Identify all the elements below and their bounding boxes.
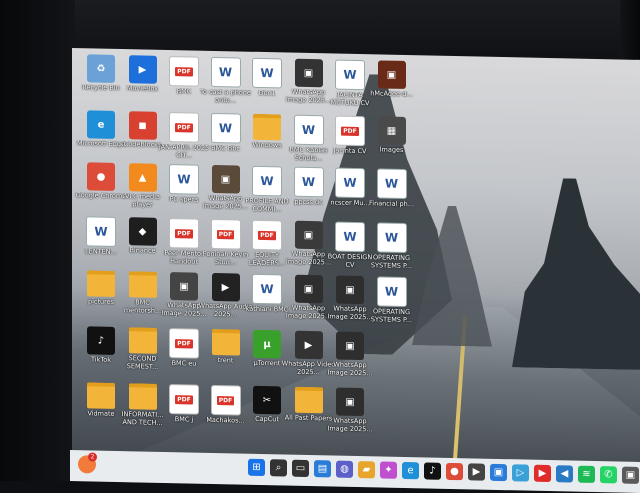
desktop-icon[interactable]: ▣ hMcAdee-d...	[365, 60, 419, 99]
pdf-document-icon: PDF	[169, 218, 199, 249]
word-document-icon: W	[335, 167, 365, 199]
desktop-icon-label: Financial ph...	[369, 200, 414, 209]
spotify-icon[interactable]: ≋	[578, 465, 595, 483]
copilot-icon[interactable]: ✦	[380, 461, 397, 479]
word-document-icon: W	[252, 57, 282, 89]
pdf-document-icon: PDF	[210, 218, 241, 250]
app-icon: µ	[253, 329, 281, 359]
word-document-icon: W	[335, 59, 365, 91]
app-icon: ◆	[128, 217, 157, 246]
wallpaper-tree	[512, 177, 640, 370]
play-icon[interactable]: ▷	[512, 464, 529, 482]
app-icon: ●	[87, 162, 115, 191]
folder-icon	[128, 271, 157, 298]
desktop-icon-label: Images	[379, 146, 404, 154]
word-document-icon: W	[210, 56, 241, 88]
word-document-icon: W	[169, 164, 199, 195]
notification-badge: 2	[88, 452, 97, 462]
app-icon: ▣	[170, 272, 198, 301]
folder-icon	[128, 383, 157, 410]
desktop-icon-label: OPERATING SYSTEMS P...	[370, 254, 413, 270]
vscode-icon[interactable]: ◀	[556, 465, 573, 483]
app-icon: ▣	[377, 60, 406, 89]
app-icon: ✂	[253, 385, 281, 415]
word-document-icon: W	[86, 216, 116, 247]
desktop-screen: ♻ Recycle Bin ▶ MovieBox PDF BMC W To cast a ph…	[72, 48, 640, 493]
widgets-icon[interactable]: ▤	[314, 460, 331, 478]
folder-icon	[87, 382, 115, 409]
word-document-icon: W	[335, 221, 365, 253]
app-icon: ▣	[294, 274, 323, 304]
desktop-icon-label: WhatsApp Image 2025...	[327, 361, 373, 377]
word-document-icon: W	[210, 112, 241, 144]
app-icon: ▦	[377, 116, 406, 145]
edge-icon[interactable]: e	[402, 461, 419, 480]
word-document-icon: W	[293, 114, 324, 146]
app-icon: ▣	[336, 387, 364, 417]
folder-icon	[87, 270, 115, 297]
task-view-icon[interactable]: ▭	[292, 459, 309, 478]
folder-icon	[294, 386, 323, 414]
youtube-icon[interactable]: ▶	[534, 464, 551, 483]
tray-icon[interactable]: ▣	[622, 466, 639, 484]
media-icon[interactable]: ▶	[468, 463, 485, 481]
chrome-icon[interactable]: ●	[446, 462, 463, 481]
word-document-icon: W	[252, 165, 282, 197]
word-document-icon: W	[252, 273, 282, 305]
word-document-icon: W	[293, 166, 324, 198]
word-document-icon: W	[376, 276, 407, 308]
app-icon: ▣	[294, 58, 323, 88]
app-icon: ▣	[336, 275, 364, 305]
tiktok-icon[interactable]: ♪	[424, 462, 441, 480]
pdf-document-icon: PDF	[169, 328, 199, 359]
app-icon: ▣	[294, 220, 323, 250]
pdf-document-icon: PDF	[210, 384, 241, 416]
app-icon: ♪	[87, 326, 115, 355]
desktop-icon-label: hMcAdee-d...	[370, 90, 413, 99]
app-icon: ▶	[294, 330, 323, 360]
pdf-document-icon: PDF	[335, 115, 365, 147]
word-document-icon: W	[376, 222, 407, 254]
app-icon: ▶	[128, 55, 157, 84]
store-icon[interactable]: ▣	[490, 463, 507, 482]
search-icon[interactable]: ⌕	[270, 459, 287, 477]
file-explorer-icon[interactable]: ▰	[358, 461, 375, 479]
taskbar-app-list: ⊞ ⌕ ▭ ▤ ◍ ▰ ✦ e ♪ ● ▶ ▣ ▷ ▶ ◀ ≋ ✆ ▣	[248, 458, 639, 484]
desktop-icon[interactable]: ▣ WhatsApp Image 2025...	[323, 331, 377, 377]
folder-icon	[128, 327, 157, 354]
pdf-document-icon: PDF	[169, 384, 199, 415]
desktop-icon-label: WhatsApp Image 2025...	[327, 417, 373, 433]
desktop-icon[interactable]: W Financial ph...	[365, 168, 419, 209]
desktop-icon[interactable]: W OPERATING SYSTEMS P...	[365, 222, 419, 270]
app-icon: ◼	[128, 111, 157, 140]
app-icon: ▣	[336, 331, 364, 361]
folder-icon	[211, 328, 240, 356]
desktop-icon[interactable]: W OPERATING SYSTEMS P...	[365, 276, 419, 324]
app-icon: ▣	[211, 164, 240, 194]
monitor-bezel-left	[0, 0, 75, 481]
chat-icon[interactable]: ◍	[336, 460, 353, 478]
desktop-icon-label: OPERATING SYSTEMS P...	[370, 308, 413, 324]
app-icon: ♻	[87, 54, 115, 83]
app-icon: ▲	[128, 163, 157, 192]
folder-icon	[253, 113, 281, 141]
word-document-icon: W	[376, 168, 407, 200]
app-icon: ▶	[211, 272, 240, 302]
pdf-document-icon: PDF	[252, 219, 282, 251]
desktop-icon[interactable]: ▣ WhatsApp Image 2025...	[323, 387, 377, 433]
app-icon: e	[87, 110, 115, 139]
pdf-document-icon: PDF	[169, 56, 199, 87]
desktop-icon[interactable]: ▦ Images	[365, 116, 419, 155]
pdf-document-icon: PDF	[169, 112, 199, 143]
start-icon[interactable]: ⊞	[248, 458, 265, 477]
